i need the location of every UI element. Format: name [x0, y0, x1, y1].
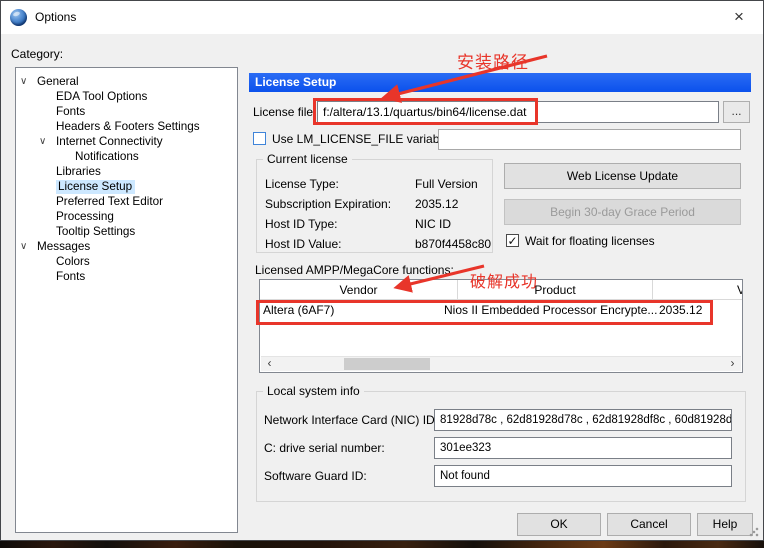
field-value-box[interactable]: 81928d78c , 62d81928d78c , 62d81928df8c …	[434, 409, 732, 431]
local-info-row: Software Guard ID:Not found	[257, 462, 745, 490]
horizontal-scrollbar[interactable]: ‹ ›	[261, 356, 741, 371]
tree-item-headers-footers-settings[interactable]: Headers & Footers Settings	[16, 119, 237, 134]
column-header-v[interactable]: V	[652, 280, 742, 299]
title-bar: Options ×	[1, 1, 763, 34]
options-dialog: Options × Category: ∨GeneralEDA Tool Opt…	[0, 0, 764, 541]
tree-item-label: Colors	[56, 255, 90, 268]
chevron-down-icon[interactable]: ∨	[39, 134, 56, 149]
tree-item-label: Processing	[56, 210, 114, 223]
tree-item-general[interactable]: ∨General	[16, 74, 237, 89]
help-button[interactable]: Help	[697, 513, 753, 536]
resize-grip[interactable]	[749, 527, 759, 537]
field-value-box[interactable]: Not found	[434, 465, 732, 487]
tree-item-label: Preferred Text Editor	[56, 195, 163, 208]
checkmark-icon: ✓	[507, 234, 517, 248]
tree-item-processing[interactable]: Processing	[16, 209, 237, 224]
column-header-text: V	[737, 280, 742, 299]
annotation-crack-success: 破解成功	[470, 268, 538, 292]
tree-item-colors[interactable]: Colors	[16, 254, 237, 269]
field-value-box[interactable]: 301ee323	[434, 437, 732, 459]
page-title: License Setup	[249, 73, 751, 92]
license-file-label: License file:	[253, 105, 316, 119]
wait-floating-label: Wait for floating licenses	[525, 234, 655, 248]
category-tree[interactable]: ∨GeneralEDA Tool OptionsFontsHeaders & F…	[15, 67, 238, 533]
tree-item-label: General	[37, 75, 79, 88]
tree-item-internet-connectivity[interactable]: ∨Internet Connectivity	[16, 134, 237, 149]
current-license-rows: License Type:Full VersionSubscription Ex…	[257, 160, 492, 254]
field-label: C: drive serial number:	[264, 441, 434, 455]
current-license-row: Subscription Expiration:2035.12	[257, 194, 492, 214]
local-info-row: C: drive serial number:301ee323	[257, 434, 745, 462]
chevron-down-icon[interactable]: ∨	[20, 239, 37, 254]
functions-label: Licensed AMPP/MegaCore functions:	[255, 263, 454, 277]
field-value: NIC ID	[415, 214, 451, 234]
category-label: Category:	[11, 47, 63, 61]
browse-button[interactable]: ...	[723, 101, 750, 123]
tree-item-notifications[interactable]: Notifications	[16, 149, 237, 164]
quartus-app-icon	[10, 9, 27, 26]
local-info-row: Network Interface Card (NIC) ID:81928d78…	[257, 406, 745, 434]
tree-item-libraries[interactable]: Libraries	[16, 164, 237, 179]
tree-item-label: Fonts	[56, 270, 85, 283]
tree-item-label: Headers & Footers Settings	[56, 120, 200, 133]
current-license-row: License Type:Full Version	[257, 174, 492, 194]
field-value: Full Version	[415, 174, 478, 194]
tree-item-fonts[interactable]: Fonts	[16, 104, 237, 119]
close-icon[interactable]: ×	[727, 5, 751, 29]
web-license-update-button[interactable]: Web License Update	[504, 163, 741, 189]
tree-item-license-setup[interactable]: License Setup	[16, 179, 237, 194]
desktop-wallpaper-strip	[0, 540, 764, 548]
field-label: License Type:	[265, 174, 415, 194]
window-title: Options	[35, 10, 76, 24]
current-license-row: Host ID Type:NIC ID	[257, 214, 492, 234]
tree-item-label: Fonts	[56, 105, 85, 118]
column-header-vendor[interactable]: Vendor	[260, 280, 457, 299]
cancel-button[interactable]: Cancel	[607, 513, 691, 536]
local-system-info-title: Local system info	[263, 384, 364, 398]
tree-item-messages[interactable]: ∨Messages	[16, 239, 237, 254]
current-license-title: Current license	[263, 152, 352, 166]
tree-item-label: License Setup	[56, 180, 135, 194]
tree-item-tooltip-settings[interactable]: Tooltip Settings	[16, 224, 237, 239]
tree-item-fonts[interactable]: Fonts	[16, 269, 237, 284]
tree-item-label: Notifications	[75, 150, 139, 163]
field-label: Software Guard ID:	[264, 469, 434, 483]
annotation-box-license-row	[256, 300, 713, 325]
field-label: Subscription Expiration:	[265, 194, 415, 214]
local-system-info-rows: Network Interface Card (NIC) ID:81928d78…	[257, 392, 745, 490]
current-license-row: Host ID Value:b870f4458c80	[257, 234, 492, 254]
scroll-left-icon[interactable]: ‹	[261, 357, 278, 371]
field-value: 2035.12	[415, 194, 458, 214]
tree-item-eda-tool-options[interactable]: EDA Tool Options	[16, 89, 237, 104]
lm-license-input[interactable]	[438, 129, 741, 150]
grace-period-button: Begin 30-day Grace Period	[504, 199, 741, 225]
annotation-install-path: 安装路径	[457, 48, 529, 73]
tree-item-label: Messages	[37, 240, 90, 253]
scroll-right-icon[interactable]: ›	[724, 357, 741, 371]
tree-item-label: EDA Tool Options	[56, 90, 147, 103]
lm-license-checkbox[interactable]	[253, 132, 266, 145]
field-value: b870f4458c80	[415, 234, 491, 254]
tree-item-label: Internet Connectivity	[56, 135, 163, 148]
functions-table[interactable]: VendorProductV Altera (6AF7)Nios II Embe…	[259, 279, 743, 373]
tree-item-label: Tooltip Settings	[56, 225, 135, 238]
field-label: Host ID Type:	[265, 214, 415, 234]
tree-item-preferred-text-editor[interactable]: Preferred Text Editor	[16, 194, 237, 209]
current-license-group: Current license License Type:Full Versio…	[256, 159, 493, 253]
lm-license-label: Use LM_LICENSE_FILE variable:	[272, 132, 452, 146]
ok-button[interactable]: OK	[517, 513, 601, 536]
scrollbar-thumb[interactable]	[344, 358, 430, 370]
local-system-info-group: Local system info Network Interface Card…	[256, 391, 746, 502]
tree-item-label: Libraries	[56, 165, 101, 178]
annotation-box-license-path	[313, 98, 538, 125]
field-label: Host ID Value:	[265, 234, 415, 254]
chevron-down-icon[interactable]: ∨	[20, 74, 37, 89]
field-label: Network Interface Card (NIC) ID:	[264, 413, 434, 427]
wait-floating-checkbox[interactable]: ✓	[506, 234, 519, 247]
